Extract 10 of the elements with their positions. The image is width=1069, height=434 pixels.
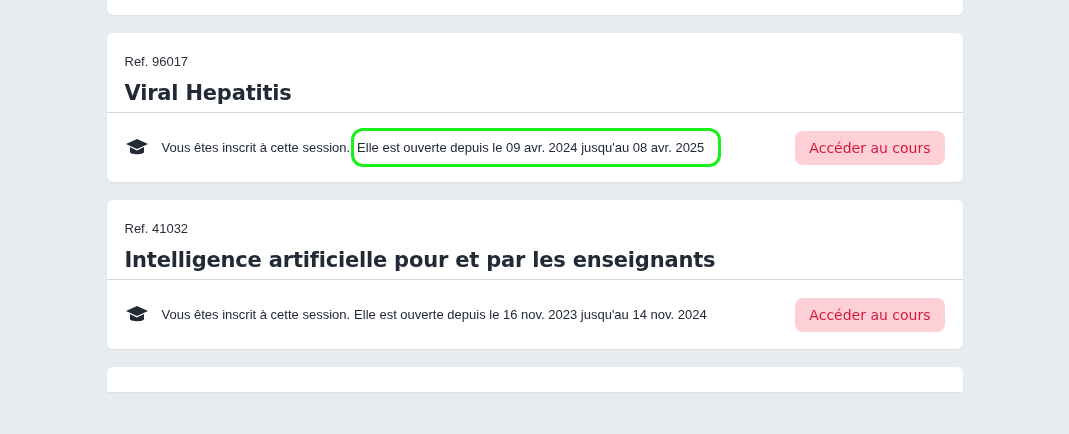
course-title: Viral Hepatitis <box>124 81 293 105</box>
enrollment-text: Vous êtes inscrit à cette session. <box>161 140 351 155</box>
session-period-text: Elle est ouverte depuis le 09 avr. 2024 jusqu'au 08 avr. 2025 <box>351 128 722 167</box>
course-ref: Ref. 41032 <box>124 221 190 236</box>
access-course-button[interactable]: Accéder au cours <box>795 297 945 332</box>
session-period-text: Elle est ouverte depuis le 16 nov. 2023 jusqu'au 14 nov. 2024 <box>354 307 707 322</box>
enrollment-text: Vous êtes inscrit à cette session. <box>161 307 351 322</box>
course-title: Intelligence artificielle pour et par les enseignants <box>124 248 717 272</box>
access-course-button[interactable]: Accéder au cours <box>795 130 945 165</box>
course-ref: Ref. 96017 <box>124 54 190 69</box>
